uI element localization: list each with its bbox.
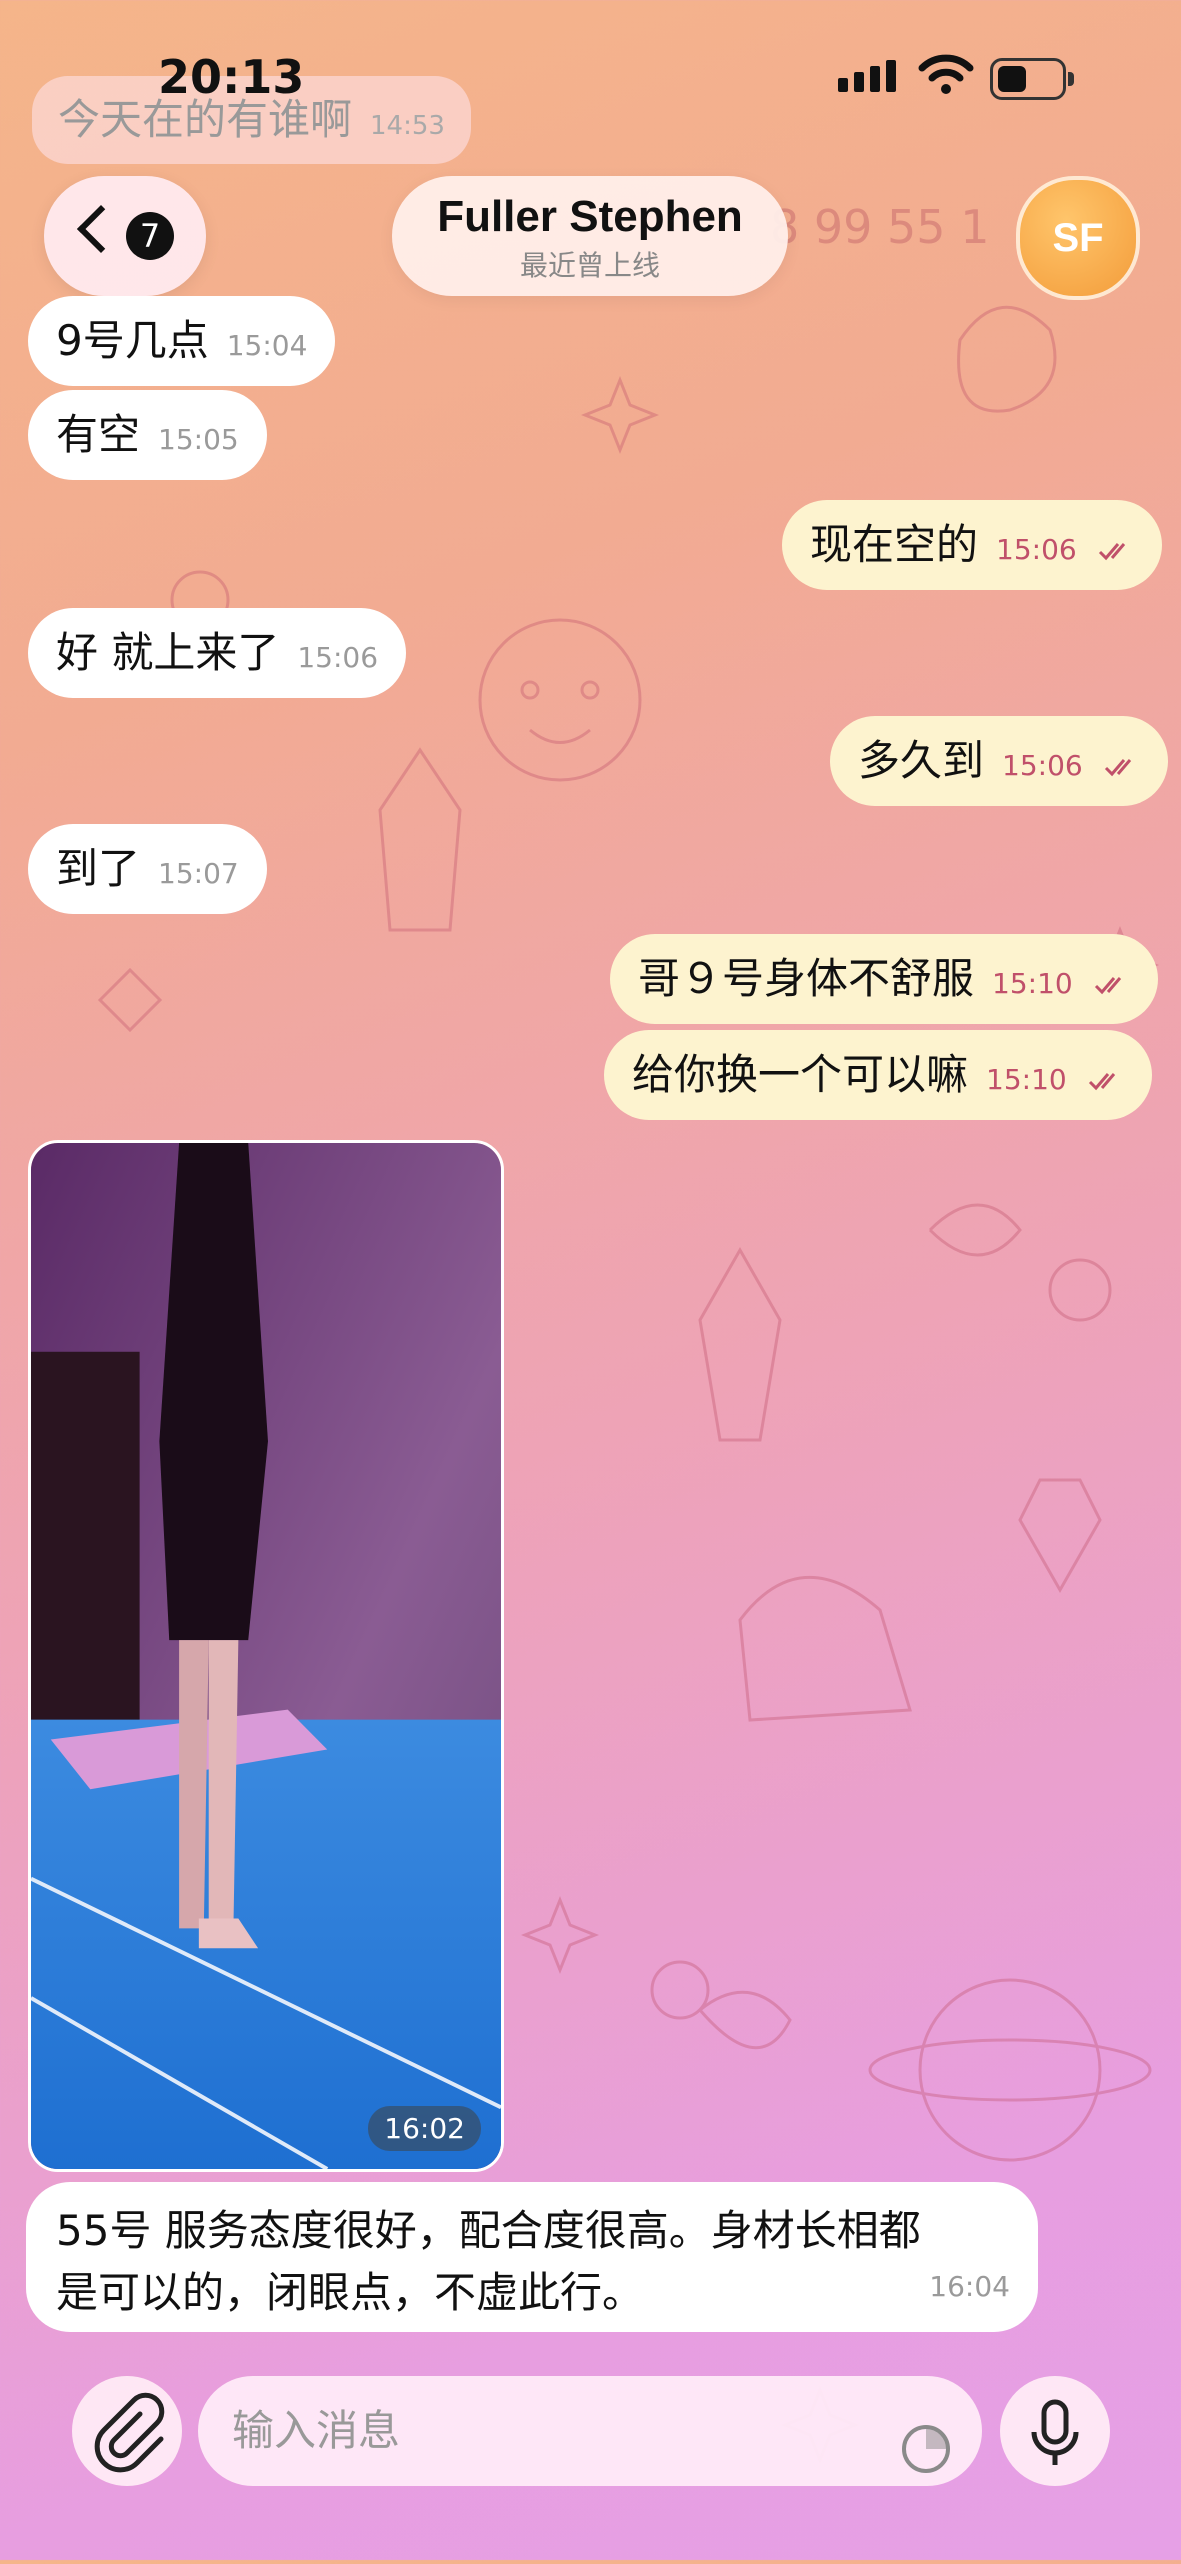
- message-bubble-outgoing[interactable]: 多久到 15:06: [830, 716, 1169, 809]
- photo-message[interactable]: 16:02: [28, 1140, 504, 2172]
- message-time: 16:04: [929, 2270, 1010, 2303]
- photo-image: [31, 1143, 501, 2169]
- message-bubble-incoming[interactable]: 9号几点 15:04: [28, 296, 336, 386]
- read-receipt-icon: [1094, 937, 1130, 1027]
- message-time: 15:07: [158, 857, 239, 890]
- message-bubble-outgoing[interactable]: 给你换一个可以嘛 15:10: [604, 1030, 1153, 1123]
- chevron-left-icon: [76, 204, 126, 254]
- signal-icon: [838, 60, 902, 92]
- avatar[interactable]: SF: [1016, 176, 1140, 300]
- message-time: 15:10: [992, 967, 1073, 1000]
- message-text-line: 是可以的，闭眼点，不虚此行。: [56, 2268, 645, 2317]
- message-input-placeholder: 输入消息: [232, 2406, 401, 2455]
- microphone-icon: [1031, 2399, 1079, 2465]
- message-bubble-incoming[interactable]: 到了 15:07: [28, 824, 267, 914]
- message-bubble-incoming[interactable]: 55号 服务态度很好，配合度很高。身材长相都 是可以的，闭眼点，不虚此行。 16…: [26, 2182, 1038, 2332]
- message-text: 好 就上来了: [56, 628, 280, 677]
- sticker-icon[interactable]: [900, 2406, 952, 2516]
- message-time: 15:06: [297, 641, 379, 674]
- message-text: 给你换一个可以嘛: [632, 1050, 969, 1099]
- wifi-icon: [918, 52, 974, 100]
- message-time: 15:06: [1002, 749, 1083, 782]
- message-input[interactable]: 输入消息: [198, 2376, 982, 2486]
- read-receipt-icon: [1088, 1033, 1124, 1123]
- faded-message-right: 8 99 55 1: [770, 200, 990, 254]
- message-bubble-incoming[interactable]: 有空 15:05: [28, 390, 267, 480]
- status-bar: 20:13: [0, 0, 1181, 140]
- message-text-line: 55号 服务态度很好，配合度很高。身材长相都: [56, 2206, 921, 2255]
- microphone-button[interactable]: [1000, 2376, 1110, 2486]
- photo-time: 16:02: [368, 2106, 481, 2151]
- unread-count-badge: 7: [126, 212, 174, 260]
- message-text: 9号几点: [56, 316, 209, 365]
- message-time: 15:04: [226, 329, 308, 362]
- read-receipt-icon: [1098, 503, 1134, 593]
- paperclip-icon: [94, 2392, 165, 2473]
- message-time: 15:06: [996, 533, 1077, 566]
- contact-name: Fuller Stephen: [437, 192, 743, 241]
- message-time: 15:05: [158, 423, 239, 456]
- status-time: 20:13: [158, 50, 305, 104]
- message-text: 有空: [56, 410, 141, 459]
- contact-status: 最近曾上线: [519, 249, 660, 282]
- attach-button[interactable]: [72, 2376, 182, 2486]
- message-text: 哥９号身体不舒服: [638, 954, 975, 1003]
- message-bubble-outgoing[interactable]: 现在空的 15:06: [782, 500, 1163, 593]
- battery-icon: [990, 58, 1074, 100]
- chat-title[interactable]: Fuller Stephen 最近曾上线: [392, 176, 788, 296]
- message-text: 到了: [56, 844, 141, 893]
- message-text: 多久到: [858, 736, 985, 785]
- message-bubble-incoming[interactable]: 好 就上来了 15:06: [28, 608, 407, 698]
- back-button[interactable]: 7: [44, 176, 206, 296]
- read-receipt-icon: [1104, 719, 1140, 809]
- message-bubble-outgoing[interactable]: 哥９号身体不舒服 15:10: [610, 934, 1159, 1027]
- message-text: 现在空的: [810, 520, 979, 569]
- message-time: 15:10: [986, 1063, 1067, 1096]
